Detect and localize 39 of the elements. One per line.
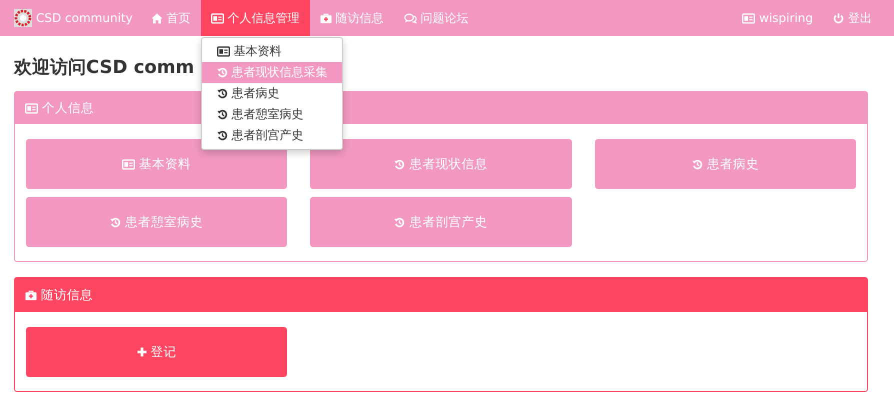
action-button[interactable]: 登记 (26, 327, 288, 378)
action-button[interactable]: 患者病史 (594, 139, 856, 190)
history-icon (394, 158, 406, 170)
user-link[interactable]: wispiring (732, 0, 823, 36)
panel-title: 随访信息 (41, 286, 93, 304)
id-card-icon (210, 12, 224, 24)
action-button[interactable]: 患者憩室病史 (26, 197, 288, 248)
medkit-icon (25, 290, 37, 301)
nav-tab[interactable]: 个人信息管理 (200, 0, 310, 36)
home-icon (150, 12, 163, 24)
comments-icon (404, 12, 417, 24)
panel-title: 个人信息 (42, 100, 94, 117)
medkit-icon (320, 12, 332, 24)
menu-item[interactable]: 基本资料 (202, 41, 342, 62)
history-icon (216, 88, 228, 99)
logout-link[interactable]: 登出 (823, 0, 882, 36)
id-card-icon (742, 12, 756, 24)
history-icon (216, 109, 228, 120)
plus-icon (136, 347, 147, 358)
history-icon (394, 216, 406, 228)
nav-tab[interactable]: 首页 (140, 0, 201, 36)
page-heading: 欢迎访问CSD comm (14, 56, 194, 80)
power-icon (833, 12, 844, 24)
nav-tab[interactable]: 随访信息 (310, 0, 394, 36)
id-card-icon (122, 158, 136, 170)
history-icon (216, 67, 228, 78)
action-button[interactable]: 患者现状信息 (310, 139, 572, 190)
action-button[interactable]: 患者剖宫产史 (310, 197, 572, 248)
id-card-icon (25, 102, 38, 114)
history-icon (110, 216, 122, 228)
menu-item[interactable]: 患者现状信息采集 (202, 62, 342, 83)
id-card-icon (216, 46, 230, 57)
nav-tab[interactable]: 问题论坛 (394, 0, 479, 36)
logo-icon (14, 9, 32, 27)
brand-link[interactable]: CSD community (14, 0, 133, 36)
history-icon (692, 158, 703, 170)
menu-item[interactable]: 患者憩室病史 (202, 104, 342, 125)
history-icon (216, 130, 228, 141)
menu-item[interactable]: 患者病史 (202, 83, 342, 104)
